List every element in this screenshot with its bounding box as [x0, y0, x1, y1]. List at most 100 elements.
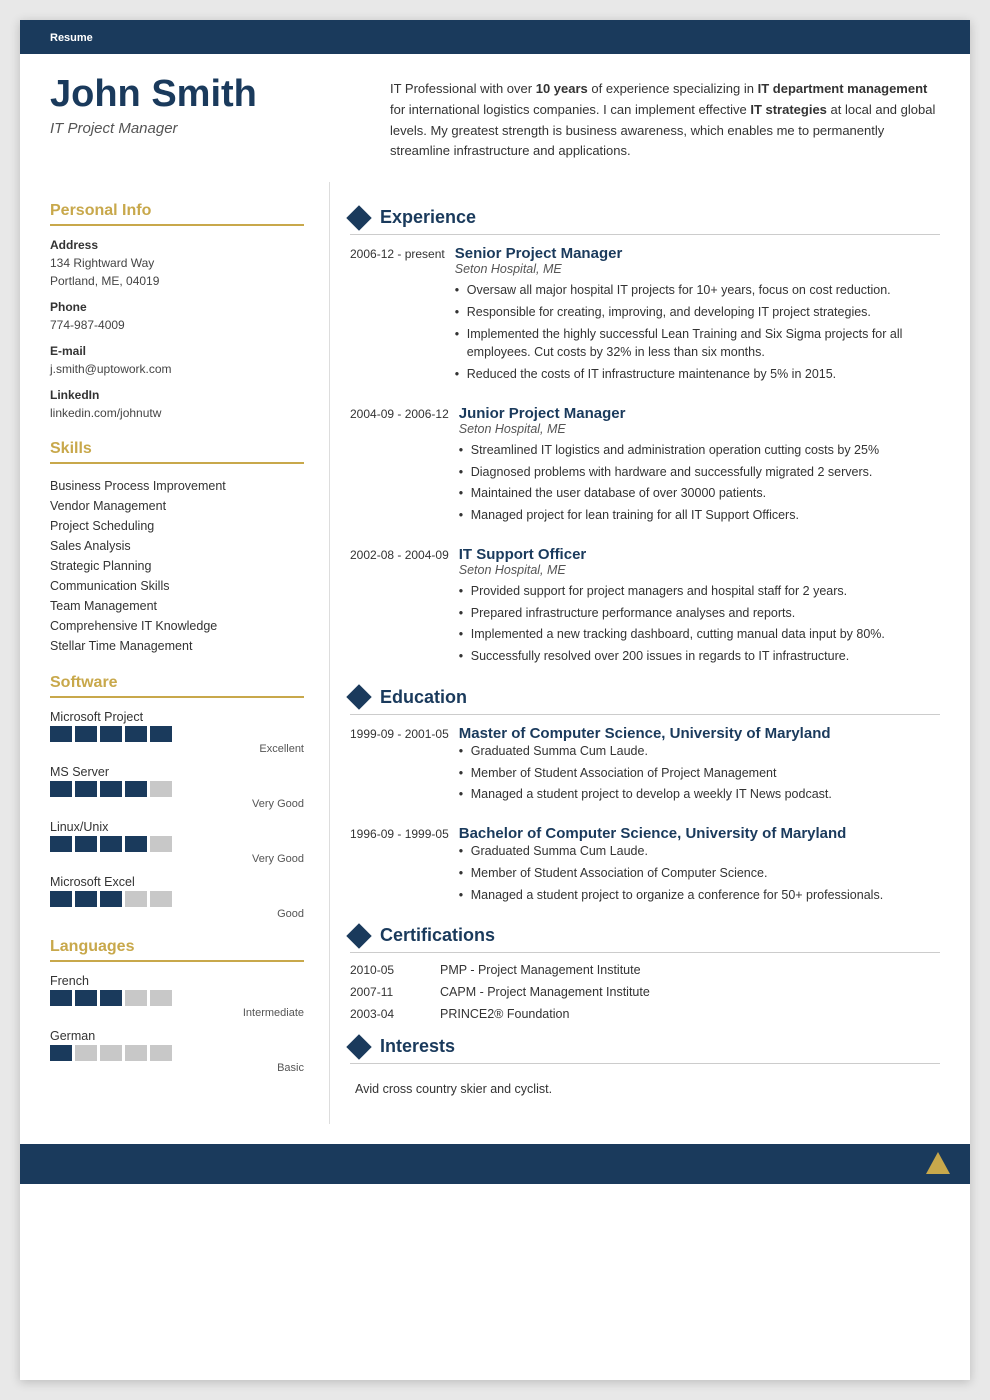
certifications-diamond-icon	[346, 923, 371, 948]
experience-bullet-item: Diagnosed problems with hardware and suc…	[459, 463, 940, 482]
experience-entry: 2002-08 - 2004-09IT Support OfficerSeton…	[350, 546, 940, 669]
bar-filled-block	[50, 891, 72, 907]
education-degree-title: Master of Computer Science, University o…	[459, 725, 940, 742]
bar-empty-block	[75, 1045, 97, 1061]
bar-filled-block	[100, 891, 122, 907]
certifications-header: Certifications	[350, 925, 940, 953]
education-bullet-item: Managed a student project to develop a w…	[459, 785, 940, 804]
education-bullet-item: Graduated Summa Cum Laude.	[459, 742, 940, 761]
interests-header: Interests	[350, 1036, 940, 1064]
bar-container	[50, 891, 304, 907]
education-bullets: Graduated Summa Cum Laude. Member of Stud…	[459, 742, 940, 804]
bar-empty-block	[125, 990, 147, 1006]
certification-entry: 2007-11CAPM - Project Management Institu…	[350, 985, 940, 999]
education-content: Bachelor of Computer Science, University…	[459, 825, 940, 907]
bar-filled-block	[50, 781, 72, 797]
experience-entry: 2004-09 - 2006-12Junior Project ManagerS…	[350, 405, 940, 528]
experience-bullet-item: Streamlined IT logistics and administrat…	[459, 441, 940, 460]
experience-company: Seton Hospital, ME	[455, 262, 940, 276]
experience-entry: 2006-12 - presentSenior Project ManagerS…	[350, 245, 940, 387]
experience-bullets: Streamlined IT logistics and administrat…	[459, 441, 940, 525]
education-bullet-item: Graduated Summa Cum Laude.	[459, 842, 940, 861]
certifications-list: 2010-05PMP - Project Management Institut…	[350, 963, 940, 1021]
software-item: Linux/UnixVery Good	[50, 820, 304, 865]
experience-job-title: Senior Project Manager	[455, 245, 940, 262]
bar-empty-block	[150, 1045, 172, 1061]
software-list: Microsoft ProjectExcellentMS ServerVery …	[50, 710, 304, 920]
skill-item: Business Process Improvement	[50, 476, 304, 496]
software-title: Software	[50, 674, 304, 698]
left-column: Personal Info Address 134 Rightward Way …	[20, 182, 330, 1124]
language-item: GermanBasic	[50, 1029, 304, 1074]
address-line1: 134 Rightward Way	[50, 254, 304, 272]
certification-name: CAPM - Project Management Institute	[440, 985, 650, 999]
experience-list: 2006-12 - presentSenior Project ManagerS…	[350, 245, 940, 669]
linkedin-block: LinkedIn linkedin.com/johnutw	[50, 388, 304, 422]
bar-filled-block	[100, 726, 122, 742]
bar-filled-block	[100, 836, 122, 852]
header-section: John Smith IT Project Manager IT Profess…	[20, 54, 970, 182]
interests-diamond-icon	[346, 1034, 371, 1059]
education-date: 1999-09 - 2001-05	[350, 725, 459, 807]
linkedin-label: LinkedIn	[50, 388, 304, 402]
experience-bullet-item: Successfully resolved over 200 issues in…	[459, 647, 940, 666]
address-label: Address	[50, 238, 304, 252]
phone-block: Phone 774-987-4009	[50, 300, 304, 334]
experience-bullet-item: Implemented the highly successful Lean T…	[455, 325, 940, 363]
bar-filled-block	[100, 990, 122, 1006]
experience-bullet-item: Oversaw all major hospital IT projects f…	[455, 281, 940, 300]
top-bar: Resume	[20, 20, 970, 54]
education-title: Education	[380, 687, 467, 708]
address-block: Address 134 Rightward Way Portland, ME, …	[50, 238, 304, 290]
certification-name: PMP - Project Management Institute	[440, 963, 641, 977]
email-value: j.smith@uptowork.com	[50, 360, 304, 378]
skill-item: Communication Skills	[50, 576, 304, 596]
skills-title: Skills	[50, 440, 304, 464]
certification-date: 2010-05	[350, 963, 440, 977]
software-item: Microsoft ExcelGood	[50, 875, 304, 920]
education-diamond-icon	[346, 685, 371, 710]
experience-bullet-item: Managed project for lean training for al…	[459, 506, 940, 525]
bar-empty-block	[125, 891, 147, 907]
experience-company: Seton Hospital, ME	[459, 422, 940, 436]
education-bullet-item: Member of Student Association of Project…	[459, 764, 940, 783]
bar-empty-block	[150, 836, 172, 852]
education-degree-title: Bachelor of Computer Science, University…	[459, 825, 940, 842]
education-bullet-item: Managed a student project to organize a …	[459, 886, 940, 905]
skill-item: Stellar Time Management	[50, 636, 304, 656]
language-item: French Intermediate	[50, 974, 304, 1019]
certification-entry: 2010-05PMP - Project Management Institut…	[350, 963, 940, 977]
experience-bullets: Oversaw all major hospital IT projects f…	[455, 281, 940, 384]
experience-bullet-item: Prepared infrastructure performance anal…	[459, 604, 940, 623]
software-level-label: Very Good	[50, 853, 304, 865]
bar-empty-block	[125, 1045, 147, 1061]
experience-content: IT Support OfficerSeton Hospital, MEProv…	[459, 546, 940, 669]
language-level-label: Basic	[50, 1062, 304, 1074]
education-header: Education	[350, 687, 940, 715]
phone-label: Phone	[50, 300, 304, 314]
header-summary: IT Professional with over 10 years of ex…	[360, 74, 940, 162]
certification-date: 2007-11	[350, 985, 440, 999]
software-name: Microsoft Excel	[50, 875, 304, 889]
education-bullets: Graduated Summa Cum Laude. Member of Stud…	[459, 842, 940, 904]
experience-date: 2006-12 - present	[350, 245, 455, 387]
bar-empty-block	[100, 1045, 122, 1061]
email-block: E-mail j.smith@uptowork.com	[50, 344, 304, 378]
education-bullet-item: Member of Student Association of Compute…	[459, 864, 940, 883]
language-level-label: Intermediate	[50, 1007, 304, 1019]
bar-filled-block	[50, 836, 72, 852]
bar-filled-block	[75, 891, 97, 907]
languages-list: French Intermediate GermanBasic	[50, 974, 304, 1074]
email-label: E-mail	[50, 344, 304, 358]
language-name: French	[50, 974, 304, 988]
skill-item: Vendor Management	[50, 496, 304, 516]
resume-page: Resume John Smith IT Project Manager IT …	[20, 20, 970, 1380]
certification-date: 2003-04	[350, 1007, 440, 1021]
experience-content: Junior Project ManagerSeton Hospital, ME…	[459, 405, 940, 528]
software-level-label: Excellent	[50, 743, 304, 755]
experience-bullet-item: Maintained the user database of over 300…	[459, 484, 940, 503]
bottom-bar-arrow-icon	[926, 1152, 950, 1174]
skills-list: Business Process ImprovementVendor Manag…	[50, 476, 304, 656]
software-item: Microsoft ProjectExcellent	[50, 710, 304, 755]
main-body: Personal Info Address 134 Rightward Way …	[20, 182, 970, 1124]
